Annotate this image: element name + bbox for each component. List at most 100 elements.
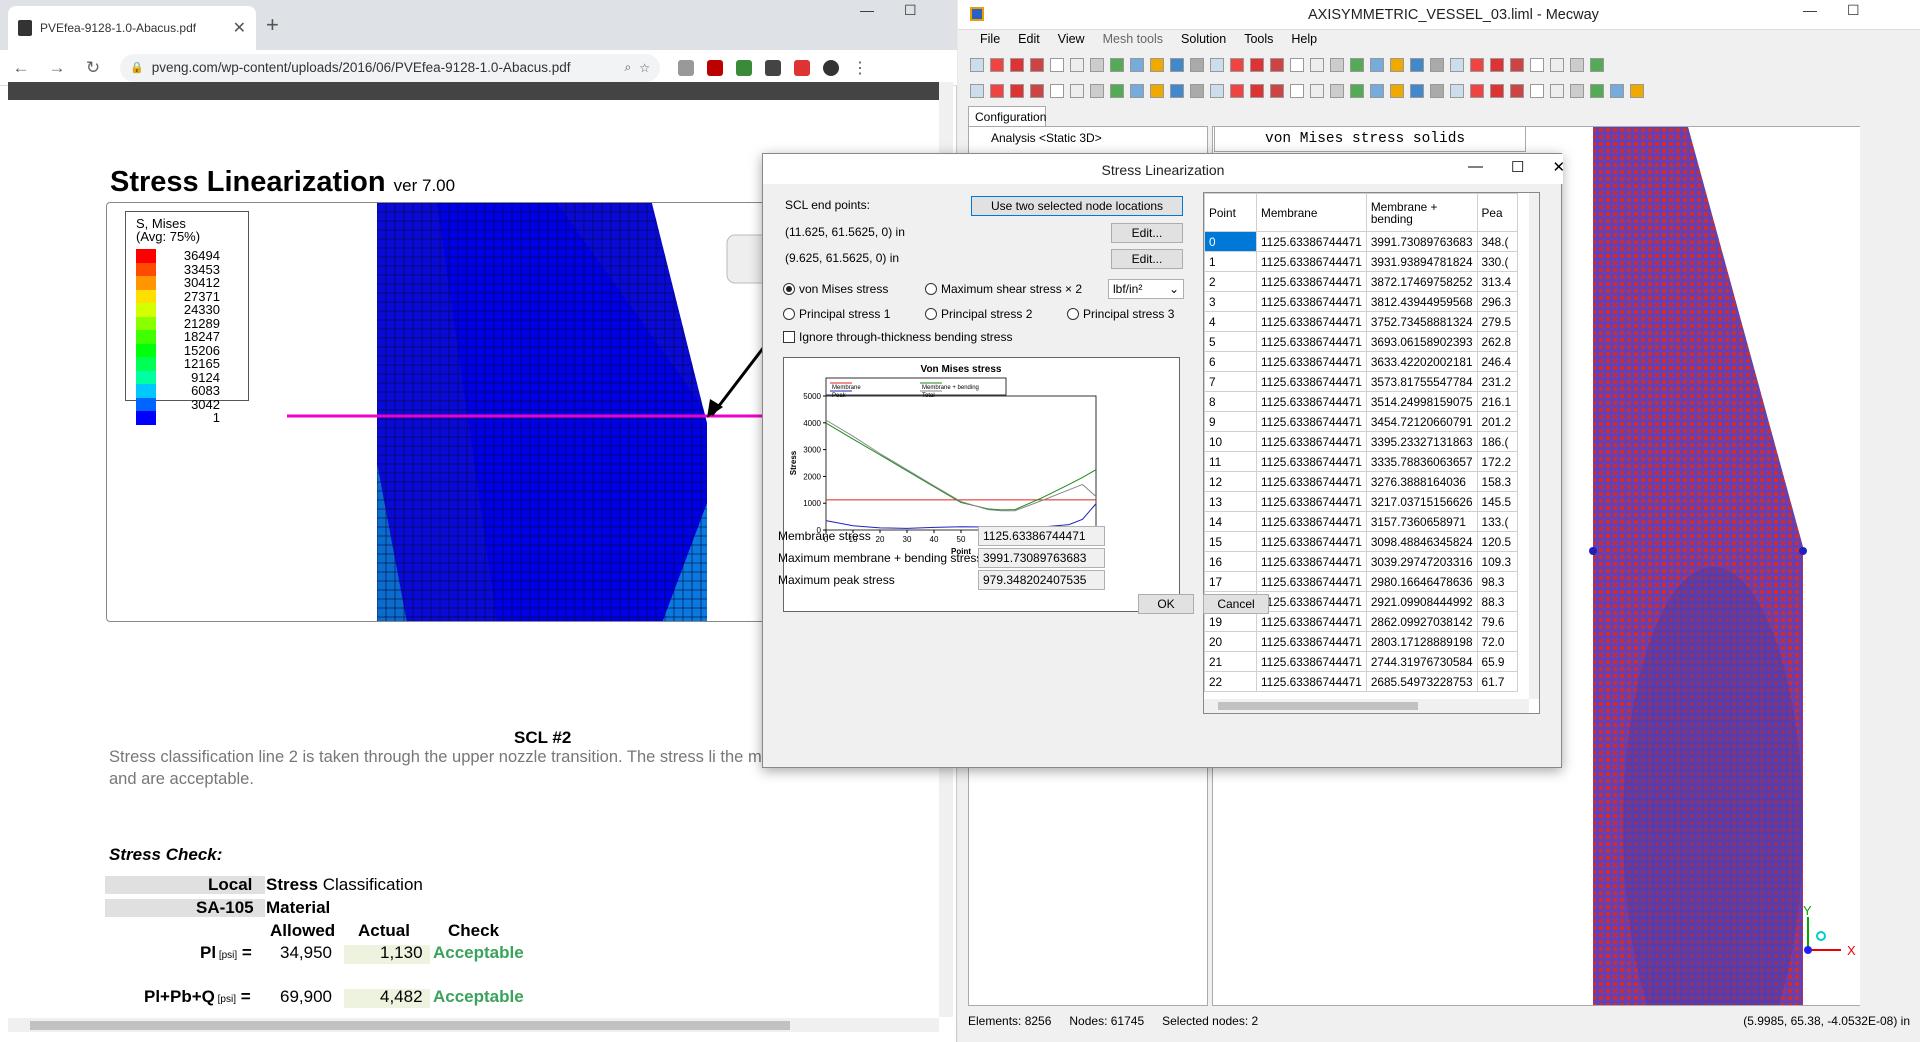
grid-header[interactable]: Point — [1204, 193, 1257, 232]
results-grid[interactable]: Point Membrane Membrane + bending Pea 0 1125… — [1203, 192, 1540, 714]
radio-von-mises[interactable]: von Mises stress — [783, 282, 888, 296]
toolbar2-tool-32-icon[interactable] — [1590, 84, 1604, 98]
edit-point2-button[interactable]: Edit... — [1111, 249, 1183, 269]
grid-vscroll[interactable] — [1529, 193, 1539, 699]
toolbar2-tool-34-icon[interactable] — [1630, 84, 1644, 98]
maximize-icon[interactable]: ☐ — [1847, 2, 1860, 19]
table-row[interactable]: 12 1125.63386744471 3276.3888164036 158.3 — [1204, 471, 1518, 492]
toolbar2-tool-26-icon[interactable] — [1470, 84, 1484, 98]
use-nodes-button[interactable]: Use two selected node locations — [971, 196, 1183, 216]
table-row[interactable]: 20 1125.63386744471 2803.17128889198 72.0 — [1204, 631, 1518, 652]
toolbar1-tool-12-icon[interactable] — [1190, 58, 1204, 72]
table-row[interactable]: 10 1125.63386744471 3395.23327131863 186.( — [1204, 431, 1518, 452]
pdf-hscroll-thumb[interactable] — [30, 1021, 790, 1030]
toolbar1-tool-24-icon[interactable] — [1430, 58, 1444, 72]
extension-3-icon[interactable] — [736, 59, 752, 76]
maximize-icon[interactable]: ☐ — [904, 2, 917, 19]
toolbar1-tool-31-icon[interactable] — [1570, 58, 1584, 72]
dialog-minimize-icon[interactable]: — — [1468, 158, 1483, 176]
toolbar1-tool-16-icon[interactable] — [1270, 58, 1284, 72]
dialog-maximize-icon[interactable]: ☐ — [1511, 158, 1524, 176]
menu-view[interactable]: View — [1058, 32, 1085, 52]
menu-solution[interactable]: Solution — [1181, 32, 1226, 52]
toolbar1-tool-11-icon[interactable] — [1170, 58, 1184, 72]
toolbar2-tool-8-icon[interactable] — [1110, 84, 1124, 98]
toolbar2-tool-3-icon[interactable] — [1010, 84, 1024, 98]
browser-tab[interactable]: PVEfea-9128-1.0-Abacus.pdf ✕ — [8, 6, 256, 50]
toolbar2-tool-11-icon[interactable] — [1170, 84, 1184, 98]
toolbar1-tool-10-icon[interactable] — [1150, 58, 1164, 72]
menu-tools[interactable]: Tools — [1244, 32, 1273, 52]
table-row[interactable]: 17 1125.63386744471 2980.16646478636 98.3 — [1204, 571, 1518, 592]
toolbar2-tool-23-icon[interactable] — [1410, 84, 1424, 98]
table-row[interactable]: 6 1125.63386744471 3633.42202002181 246.4 — [1204, 351, 1518, 372]
mb-field[interactable]: 3991.73089763683 — [978, 548, 1105, 568]
toolbar1-tool-27-icon[interactable] — [1490, 58, 1504, 72]
toolbar2-tool-27-icon[interactable] — [1490, 84, 1504, 98]
toolbar1-tool-19-icon[interactable] — [1330, 58, 1344, 72]
table-row[interactable]: 16 1125.63386744471 3039.29747203316 109.3 — [1204, 551, 1518, 572]
back-icon[interactable]: ← — [12, 58, 30, 78]
table-row[interactable]: 0 1125.63386744471 3991.73089763683 348.( — [1204, 231, 1518, 252]
toolbar1-tool-4-icon[interactable] — [1030, 58, 1044, 72]
toolbar2-tool-1-icon[interactable] — [970, 84, 984, 98]
toolbar1-tool-26-icon[interactable] — [1470, 58, 1484, 72]
toolbar1-tool-5-icon[interactable] — [1050, 58, 1064, 72]
toolbar2-tool-14-icon[interactable] — [1230, 84, 1244, 98]
toolbar2-tool-33-icon[interactable] — [1610, 84, 1624, 98]
minimize-icon[interactable]: — — [1803, 2, 1817, 19]
toolbar2-tool-6-icon[interactable] — [1070, 84, 1084, 98]
menu-edit[interactable]: Edit — [1018, 32, 1040, 52]
table-row[interactable]: 21 1125.63386744471 2744.31976730584 65.9 — [1204, 651, 1518, 672]
bookmark-star-icon[interactable]: ☆ — [639, 61, 650, 75]
toolbar1-tool-18-icon[interactable] — [1310, 58, 1324, 72]
toolbar2-tool-17-icon[interactable] — [1290, 84, 1304, 98]
grid-hscroll-thumb[interactable] — [1218, 702, 1418, 710]
toolbar1-tool-8-icon[interactable] — [1110, 58, 1124, 72]
zoom-icon[interactable]: ⌕ — [625, 60, 632, 75]
menu-file[interactable]: File — [980, 32, 1000, 52]
radio-dot[interactable] — [783, 308, 795, 320]
grid-header[interactable]: Membrane — [1256, 193, 1367, 232]
toolbar1-tool-7-icon[interactable] — [1090, 58, 1104, 72]
toolbar1-tool-29-icon[interactable] — [1530, 58, 1544, 72]
radio-dot[interactable] — [925, 283, 937, 295]
ublock-icon[interactable] — [707, 59, 723, 76]
reload-icon[interactable]: ↻ — [84, 58, 102, 78]
toolbar1-tool-20-icon[interactable] — [1350, 58, 1364, 72]
table-row[interactable]: 15 1125.63386744471 3098.48846345824 120.5 — [1204, 531, 1518, 552]
toolbar2-tool-30-icon[interactable] — [1550, 84, 1564, 98]
toolbar1-tool-1-icon[interactable] — [970, 58, 984, 72]
toolbar2-tool-10-icon[interactable] — [1150, 84, 1164, 98]
table-row[interactable]: 2 1125.63386744471 3872.17469758252 313.4 — [1204, 271, 1518, 292]
radio-dot[interactable] — [1067, 308, 1079, 320]
table-row[interactable]: 8 1125.63386744471 3514.24998159075 216.1 — [1204, 391, 1518, 412]
toolbar2-tool-16-icon[interactable] — [1270, 84, 1284, 98]
cancel-button[interactable]: Cancel — [1203, 594, 1269, 614]
toolbar1-tool-22-icon[interactable] — [1390, 58, 1404, 72]
toolbar1-tool-13-icon[interactable] — [1210, 58, 1224, 72]
toolbar1-tool-17-icon[interactable] — [1290, 58, 1304, 72]
peak-field[interactable]: 979.348202407535 — [978, 570, 1105, 590]
toolbar1-tool-14-icon[interactable] — [1230, 58, 1244, 72]
toolbar2-tool-7-icon[interactable] — [1090, 84, 1104, 98]
toolbar1-tool-9-icon[interactable] — [1130, 58, 1144, 72]
toolbar2-tool-13-icon[interactable] — [1210, 84, 1224, 98]
table-row[interactable]: 5 1125.63386744471 3693.06158902393 262.8 — [1204, 331, 1518, 352]
ignore-bending-checkbox[interactable]: Ignore through-thickness bending stress — [783, 330, 1012, 344]
table-row[interactable]: 9 1125.63386744471 3454.72120660791 201.2 — [1204, 411, 1518, 432]
toolbar2-tool-4-icon[interactable] — [1030, 84, 1044, 98]
checkbox-box[interactable] — [783, 331, 795, 343]
table-row[interactable]: 1 1125.63386744471 3931.93894781824 330.( — [1204, 251, 1518, 272]
table-row[interactable]: 11 1125.63386744471 3335.78836063657 172.2 — [1204, 451, 1518, 472]
toolbar1-tool-3-icon[interactable] — [1010, 58, 1024, 72]
menu-help[interactable]: Help — [1291, 32, 1317, 52]
toolbar2-tool-5-icon[interactable] — [1050, 84, 1064, 98]
toolbar2-tool-24-icon[interactable] — [1430, 84, 1444, 98]
toolbar2-tool-9-icon[interactable] — [1130, 84, 1144, 98]
radio-dot[interactable] — [925, 308, 937, 320]
toolbar2-tool-29-icon[interactable] — [1530, 84, 1544, 98]
menu-mesh-tools[interactable]: Mesh tools — [1103, 32, 1163, 52]
toolbar1-tool-25-icon[interactable] — [1450, 58, 1464, 72]
toolbar1-tool-30-icon[interactable] — [1550, 58, 1564, 72]
